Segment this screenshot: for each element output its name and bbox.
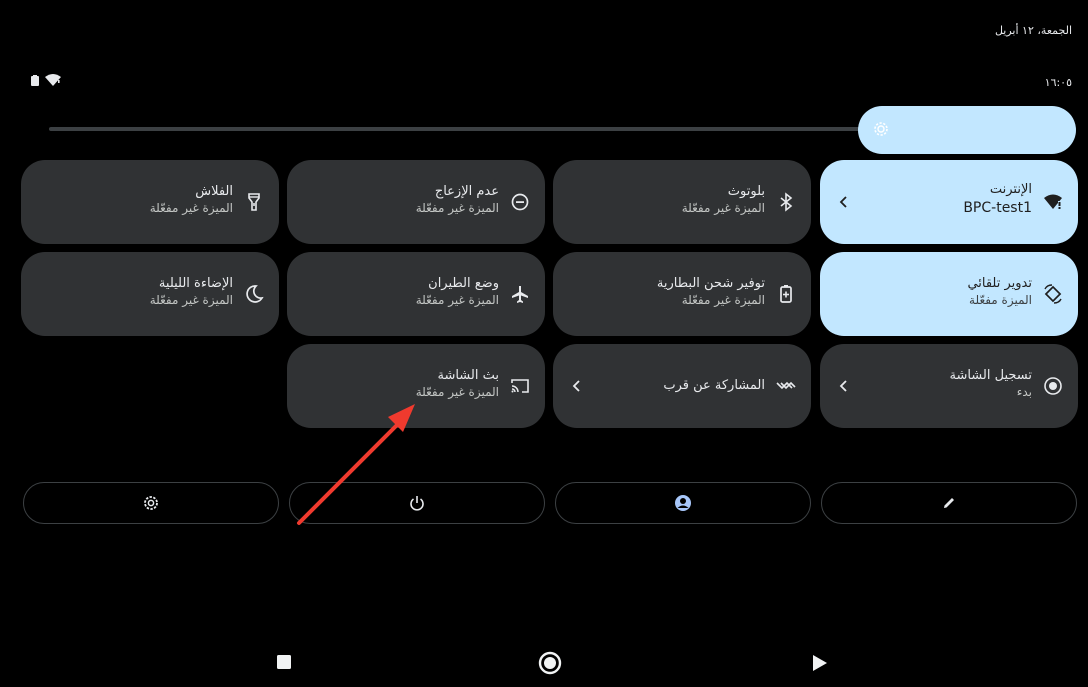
- flashlight-icon: [248, 193, 260, 211]
- tile-nearby-share-title: المشاركة عن قرب: [663, 378, 765, 393]
- power-button[interactable]: [289, 482, 545, 524]
- dnd-icon: [511, 193, 529, 211]
- tile-nearby-share[interactable]: المشاركة عن قرب: [553, 344, 811, 428]
- tile-dnd-status: الميزة غير مفعّلة: [415, 201, 499, 215]
- rotate-icon: [1044, 284, 1062, 304]
- tile-dnd-title: عدم الإزعاج: [434, 184, 499, 199]
- user-switch-button[interactable]: [555, 482, 811, 524]
- tile-autorotate-title: تدوير تلقائي: [967, 276, 1032, 291]
- tile-flashlight-status: الميزة غير مفعّلة: [149, 201, 233, 215]
- tile-night-light[interactable]: الإضاءة الليلية الميزة غير مفعّلة: [21, 252, 279, 336]
- tile-cast-status: الميزة غير مفعّلة: [415, 385, 499, 399]
- battery-icon: [31, 74, 39, 86]
- tile-internet[interactable]: الإنترنت BPC-test1: [820, 160, 1078, 244]
- tile-autorotate[interactable]: تدوير تلقائي الميزة مفعّلة: [820, 252, 1078, 336]
- tile-bluetooth-title: بلوتوث: [727, 184, 765, 199]
- moon-icon: [246, 285, 264, 303]
- clock-text: ١٦:٠٥: [1044, 76, 1072, 89]
- tile-airplane-status: الميزة غير مفعّلة: [415, 293, 499, 307]
- tile-night-light-title: الإضاءة الليلية: [158, 276, 233, 291]
- settings-icon: [144, 496, 158, 510]
- brightness-slider[interactable]: [858, 106, 1076, 154]
- tile-battery-saver-title: توفير شحن البطارية: [656, 276, 765, 291]
- tile-cast[interactable]: بث الشاشة الميزة غير مفعّلة: [287, 344, 545, 428]
- chevron-left-icon: [572, 380, 580, 392]
- tile-screen-record[interactable]: تسجيل الشاشة بدء: [820, 344, 1078, 428]
- tile-bluetooth[interactable]: بلوتوث الميزة غير مفعّلة: [553, 160, 811, 244]
- tile-airplane[interactable]: وضع الطيران الميزة غير مفعّلة: [287, 252, 545, 336]
- wifi-icon: [1044, 194, 1062, 209]
- tile-flashlight-title: الفلاش: [195, 184, 233, 199]
- chevron-left-icon: [839, 380, 847, 392]
- tile-internet-network: BPC-test1: [963, 200, 1032, 216]
- tile-bluetooth-status: الميزة غير مفعّلة: [681, 201, 765, 215]
- tile-autorotate-status: الميزة مفعّلة: [969, 293, 1032, 307]
- tile-flashlight[interactable]: الفلاش الميزة غير مفعّلة: [21, 160, 279, 244]
- settings-button[interactable]: [23, 482, 279, 524]
- user-icon: [675, 495, 691, 511]
- bluetooth-icon: [780, 192, 793, 212]
- tile-screen-record-status: بدء: [1016, 385, 1032, 399]
- tile-battery-saver-status: الميزة غير مفعّلة: [681, 293, 765, 307]
- quick-settings-screen: الجمعة، ١٢ أبريل ١٦:٠٥ الإنترنت BPC-test…: [6, 6, 1082, 686]
- tile-airplane-title: وضع الطيران: [428, 276, 499, 291]
- airplane-icon: [512, 286, 528, 303]
- nearby-icon: [776, 381, 796, 390]
- battery-saver-icon: [780, 285, 792, 303]
- tile-internet-title: الإنترنت: [989, 182, 1032, 197]
- home-icon[interactable]: [538, 651, 562, 675]
- wifi-icon: [45, 74, 61, 86]
- tile-screen-record-title: تسجيل الشاشة: [949, 368, 1032, 383]
- tile-cast-title: بث الشاشة: [437, 368, 499, 383]
- back-icon[interactable]: [812, 654, 828, 672]
- edit-button[interactable]: [821, 482, 1077, 524]
- brightness-track[interactable]: [49, 127, 879, 131]
- brightness-icon: [874, 122, 888, 136]
- recents-icon[interactable]: [276, 654, 292, 670]
- edit-icon: [944, 498, 954, 508]
- date-text: الجمعة، ١٢ أبريل: [994, 24, 1072, 37]
- cast-icon: [511, 379, 529, 393]
- tile-battery-saver[interactable]: توفير شحن البطارية الميزة غير مفعّلة: [553, 252, 811, 336]
- chevron-left-icon: [839, 196, 847, 208]
- navigation-bar: [6, 646, 1082, 686]
- status-icons: [31, 74, 61, 86]
- tile-night-light-status: الميزة غير مفعّلة: [149, 293, 233, 307]
- tile-dnd[interactable]: عدم الإزعاج الميزة غير مفعّلة: [287, 160, 545, 244]
- power-icon: [410, 496, 424, 511]
- record-icon: [1044, 377, 1062, 395]
